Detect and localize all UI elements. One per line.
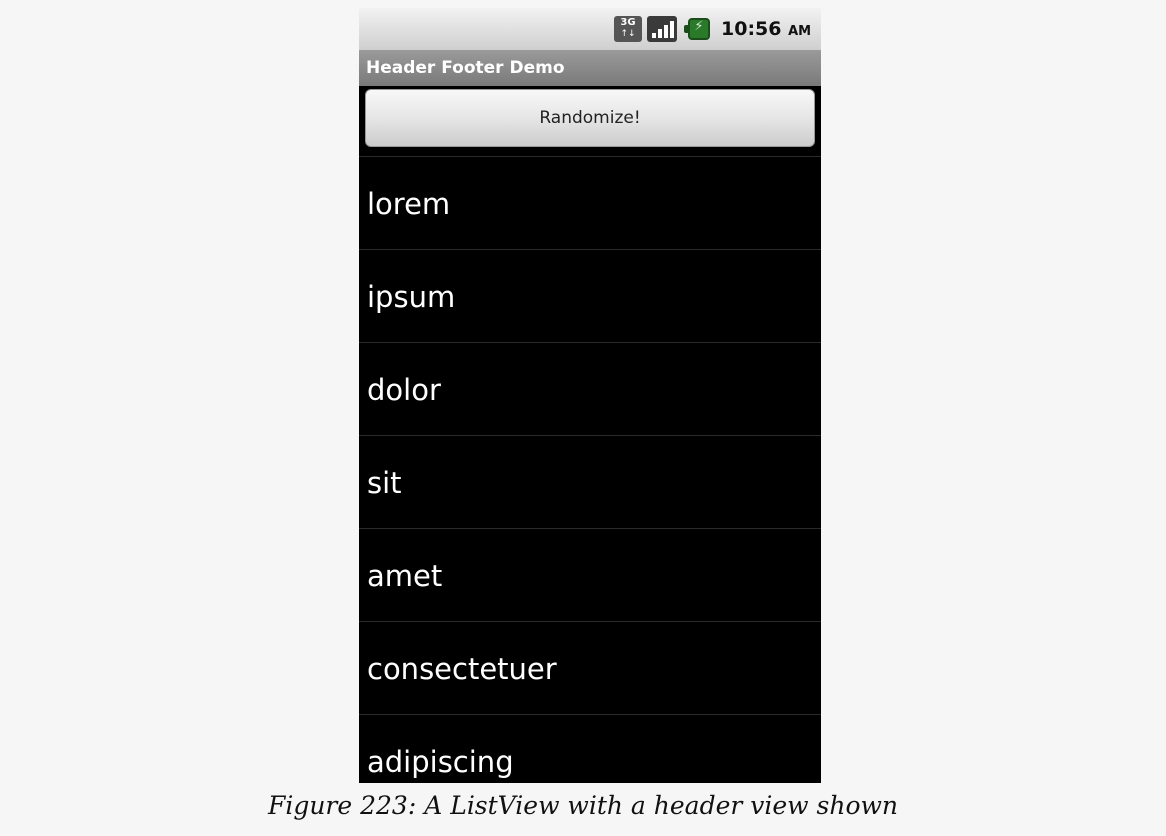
- figure-caption: Figure 223: A ListView with a header vie…: [267, 791, 899, 820]
- phone-screen: 3G ↑↓ ⚡ 10:56 AM Header Footer Demo Rand…: [359, 8, 821, 783]
- list-item[interactable]: ipsum: [359, 249, 821, 342]
- list-item-label: sit: [367, 466, 402, 500]
- list-item[interactable]: dolor: [359, 342, 821, 435]
- list-item[interactable]: lorem: [359, 156, 821, 249]
- network-3g-icon: 3G ↑↓: [614, 16, 642, 42]
- status-bar: 3G ↑↓ ⚡ 10:56 AM: [359, 8, 821, 50]
- list-item-label: dolor: [367, 373, 441, 407]
- status-clock: 10:56 AM: [721, 18, 811, 40]
- list-item[interactable]: amet: [359, 528, 821, 621]
- list-item-label: amet: [367, 559, 443, 593]
- data-arrows-icon: ↑↓: [620, 29, 636, 39]
- clock-ampm: AM: [788, 24, 812, 39]
- list-item[interactable]: consectetuer: [359, 621, 821, 714]
- network-type-label: 3G: [620, 17, 636, 28]
- signal-strength-icon: [647, 16, 677, 42]
- list-item-label: lorem: [367, 187, 451, 221]
- list-view[interactable]: lorem ipsum dolor sit amet consectetuer adipis…: [359, 156, 821, 783]
- list-item-label: adipiscing: [367, 745, 514, 779]
- title-bar: Header Footer Demo: [359, 50, 821, 86]
- list-item-label: ipsum: [367, 280, 456, 314]
- list-item[interactable]: adipiscing: [359, 714, 821, 783]
- list-item-label: consectetuer: [367, 652, 557, 686]
- battery-charging-icon: ⚡: [684, 16, 712, 42]
- app-title: Header Footer Demo: [366, 58, 565, 78]
- randomize-button[interactable]: Randomize!: [365, 89, 815, 147]
- list-header-view: Randomize!: [359, 86, 821, 156]
- list-item[interactable]: sit: [359, 435, 821, 528]
- clock-time: 10:56: [721, 18, 782, 40]
